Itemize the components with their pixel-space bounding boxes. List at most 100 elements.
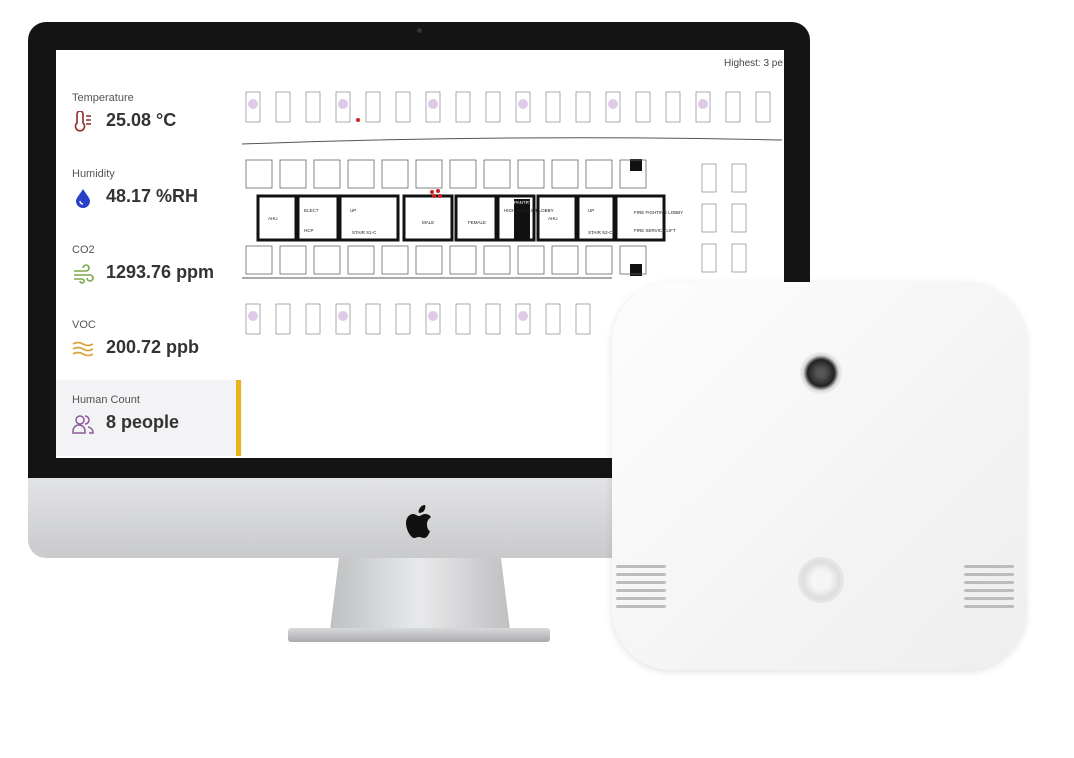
desk — [485, 303, 501, 335]
alert-marker[interactable] — [436, 189, 440, 193]
occupancy-marker[interactable] — [698, 99, 708, 109]
room — [483, 159, 511, 189]
room-label: FIRE SERVICE LIFT — [634, 228, 676, 233]
desk — [731, 243, 747, 273]
room-label: STAIR S1-C — [352, 230, 377, 235]
water-drop-icon — [76, 189, 90, 208]
room — [551, 159, 579, 189]
desk — [485, 91, 501, 123]
camera-lens — [800, 352, 842, 394]
desk — [455, 91, 471, 123]
metric-value: 8 people — [106, 412, 180, 432]
alert-marker[interactable] — [356, 118, 360, 122]
desk — [701, 163, 717, 193]
room-label: MALE — [422, 220, 434, 225]
room — [279, 245, 307, 275]
desk — [365, 91, 381, 123]
pantry-block — [514, 199, 530, 239]
metric-human-count[interactable]: Human Count 8 people — [56, 380, 242, 456]
desk — [275, 91, 291, 123]
metric-temperature[interactable]: Temperature 25.08 °C — [56, 78, 242, 154]
metric-value: 200.72 ppb — [106, 337, 200, 357]
desk — [305, 303, 321, 335]
desk — [365, 303, 381, 335]
occupancy-marker[interactable] — [248, 311, 258, 321]
room-label: STAIR S2-C — [588, 230, 613, 235]
room — [245, 159, 273, 189]
metric-label: CO2 — [72, 244, 95, 256]
desk — [545, 91, 561, 123]
room-label: AHU — [548, 216, 558, 221]
room — [449, 159, 477, 189]
room-label: PANTRY — [514, 200, 532, 205]
room-label: UP — [588, 208, 594, 213]
metric-voc[interactable]: VOC 200.72 ppb — [56, 305, 242, 381]
alert-marker[interactable] — [430, 190, 434, 194]
room — [415, 245, 443, 275]
metric-co2[interactable]: CO2 1293.76 ppm — [56, 230, 242, 306]
alert-marker[interactable] — [432, 194, 436, 198]
metric-label: Temperature — [72, 92, 134, 104]
room — [347, 159, 375, 189]
room — [551, 245, 579, 275]
sensor-device — [612, 282, 1026, 670]
room — [313, 245, 341, 275]
metric-value: 25.08 °C — [106, 110, 177, 130]
room — [585, 245, 613, 275]
room — [313, 159, 341, 189]
room-label: AHU — [268, 216, 278, 221]
room — [415, 159, 443, 189]
desk — [275, 303, 291, 335]
desk — [701, 243, 717, 273]
room-label: UP — [350, 208, 356, 213]
occupancy-marker[interactable] — [608, 99, 618, 109]
room — [245, 245, 273, 275]
room-label: FEMALE — [468, 220, 486, 225]
desk — [395, 91, 411, 123]
occupancy-marker[interactable] — [428, 99, 438, 109]
occupancy-marker[interactable] — [518, 99, 528, 109]
metrics-sidebar: Temperature 25.08 °C Humidity 48.17 %RH … — [56, 50, 242, 458]
monitor-stand — [330, 558, 510, 630]
room — [347, 245, 375, 275]
desk — [575, 303, 591, 335]
monitor-foot — [288, 628, 550, 642]
highest-count-label: Highest: 3 pe — [724, 58, 783, 69]
room — [517, 159, 545, 189]
desk — [395, 303, 411, 335]
metric-label: Humidity — [72, 168, 115, 180]
room — [381, 159, 409, 189]
metric-value: 48.17 %RH — [106, 186, 199, 206]
wind-icon — [74, 264, 94, 284]
occupancy-marker[interactable] — [338, 311, 348, 321]
people-icon — [72, 415, 94, 434]
room-label: HIGH RISE LIFT LOBBY — [504, 208, 554, 213]
thermometer-icon — [74, 111, 91, 132]
desk — [545, 303, 561, 335]
desk — [701, 203, 717, 233]
occupancy-marker[interactable] — [338, 99, 348, 109]
room — [279, 159, 307, 189]
device-button — [798, 557, 844, 603]
room — [483, 245, 511, 275]
apple-logo-icon — [406, 505, 431, 538]
metric-label: VOC — [72, 319, 96, 331]
occupancy-marker[interactable] — [518, 311, 528, 321]
room-label: ELECT — [304, 208, 319, 213]
metric-value: 1293.76 ppm — [106, 262, 215, 282]
active-indicator — [236, 380, 241, 456]
occupancy-marker[interactable] — [248, 99, 258, 109]
right-vent — [964, 560, 1014, 620]
desk — [731, 203, 747, 233]
room — [381, 245, 409, 275]
desk — [305, 91, 321, 123]
metric-label: Human Count — [72, 394, 140, 406]
desk — [455, 303, 471, 335]
monitor-camera — [417, 28, 422, 33]
desk — [575, 91, 591, 123]
room — [449, 245, 477, 275]
occupancy-marker[interactable] — [428, 311, 438, 321]
desk — [665, 91, 681, 123]
alert-marker[interactable] — [438, 194, 442, 198]
metric-humidity[interactable]: Humidity 48.17 %RH — [56, 154, 242, 230]
